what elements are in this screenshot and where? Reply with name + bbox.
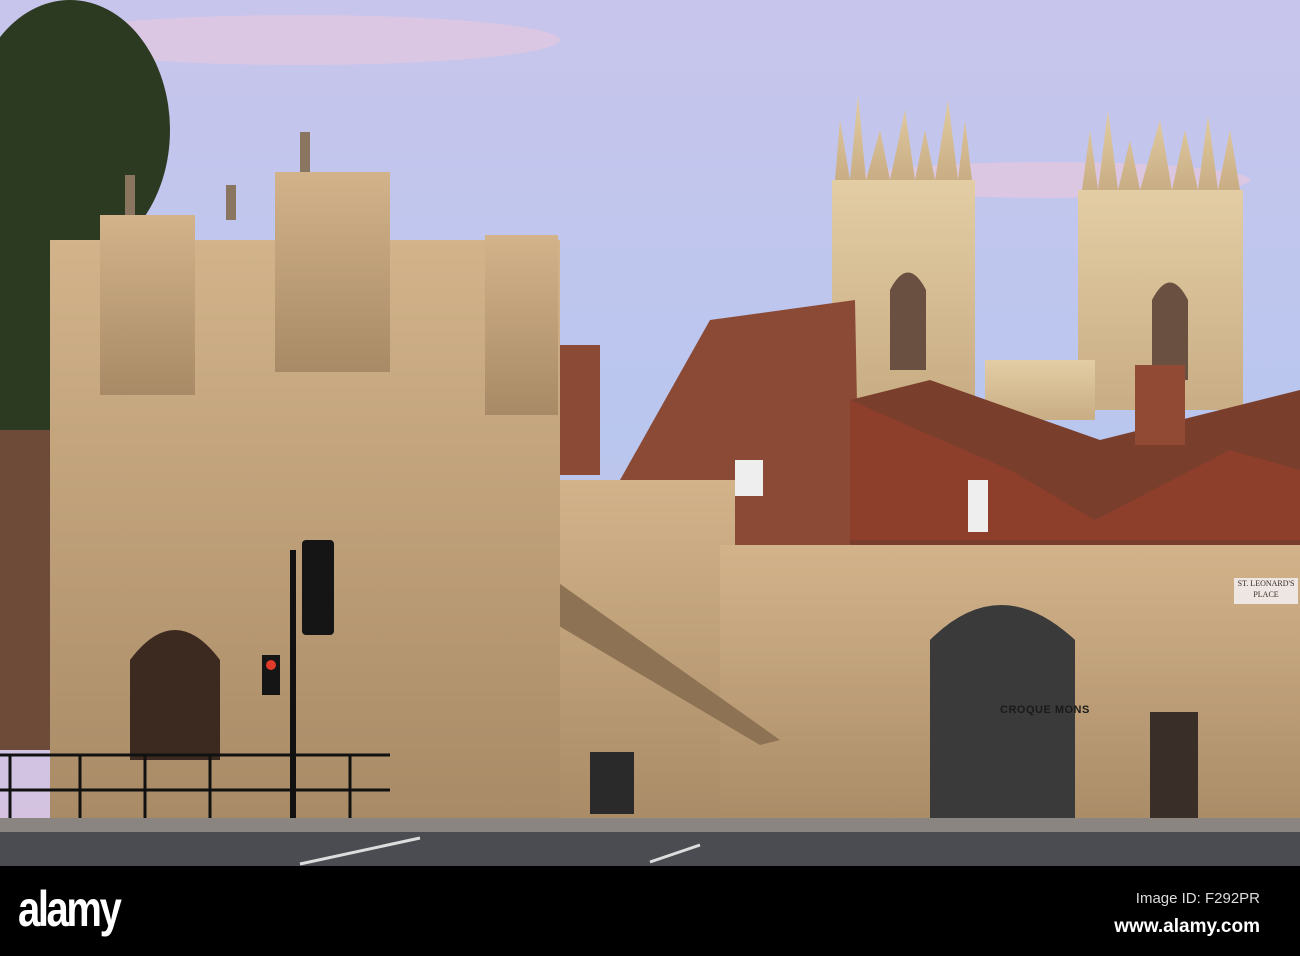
- street-sign-line2: PLACE: [1253, 590, 1279, 599]
- alamy-logo: alamy: [18, 881, 122, 937]
- shop-sign: CROQUE MONS: [1000, 704, 1090, 716]
- footer-bar: alamy Image ID: F292PR www.alamy.com: [0, 866, 1300, 956]
- street-sign: ST. LEONARD'S PLACE: [1234, 578, 1298, 604]
- pavement: [0, 818, 1300, 834]
- photo-york-bootham-bar-minster: [0, 0, 1300, 866]
- bin: [590, 752, 634, 814]
- website-link[interactable]: www.alamy.com: [1114, 916, 1260, 938]
- image-id: Image ID: F292PR: [1135, 890, 1260, 907]
- street-sign-line1: ST. LEONARD'S: [1237, 579, 1295, 588]
